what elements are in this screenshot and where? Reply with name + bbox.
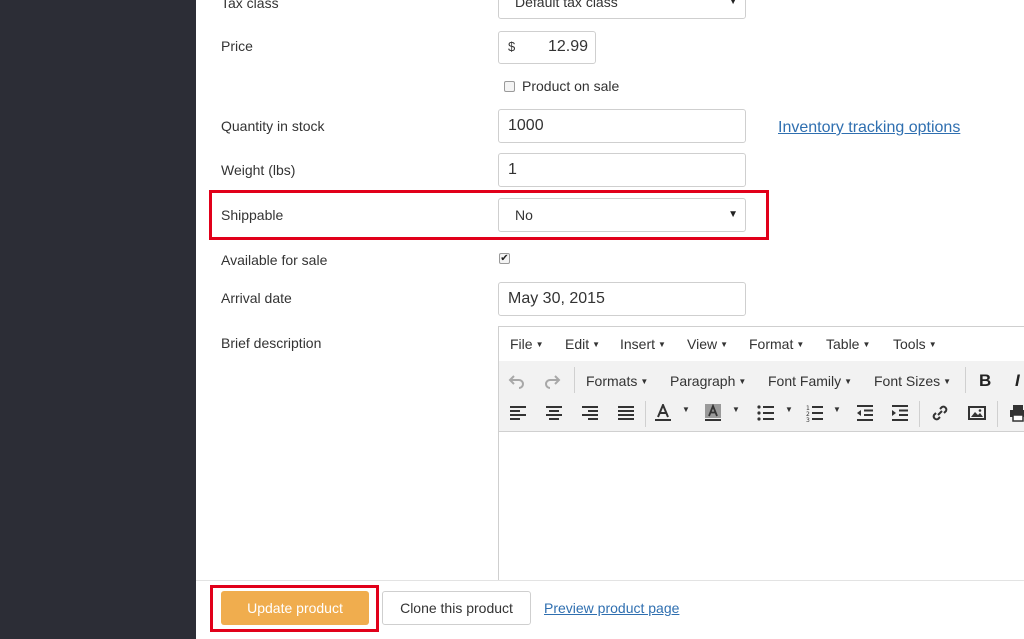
align-right-icon[interactable] [581, 404, 599, 422]
link-icon[interactable] [931, 404, 949, 422]
quantity-input[interactable]: 1000 [498, 109, 746, 143]
quantity-label: Quantity in stock [221, 118, 325, 134]
align-justify-icon[interactable] [617, 404, 635, 422]
arrival-date-input[interactable]: May 30, 2015 [498, 282, 746, 316]
arrival-date-label: Arrival date [221, 290, 292, 306]
product-on-sale-checkbox[interactable] [504, 81, 515, 92]
toolbar-divider [645, 401, 646, 427]
redo-icon[interactable] [543, 371, 561, 389]
menu-format[interactable]: Format ▼ [749, 336, 804, 352]
form-footer: Update product Clone this product Previe… [196, 580, 1024, 639]
outdent-icon[interactable] [856, 404, 874, 422]
chevron-down-icon: ▼ [796, 340, 805, 349]
weight-label: Weight (lbs) [221, 162, 296, 178]
check-icon: ✔ [500, 253, 509, 264]
numbered-list-icon[interactable]: 1 2 3 [806, 404, 824, 422]
available-checkbox[interactable]: ✔ [499, 253, 510, 264]
editor-toolbar: Formats ▼ Paragraph ▼ Font Family ▼ Font Si… [499, 361, 1024, 432]
menu-tools[interactable]: Tools ▼ [893, 336, 937, 352]
price-label: Price [221, 38, 253, 54]
bullet-list-icon[interactable] [757, 404, 775, 422]
chevron-down-icon: ▼ [728, 0, 738, 7]
inventory-tracking-link[interactable]: Inventory tracking options [778, 119, 960, 137]
chevron-down-icon[interactable]: ▼ [682, 405, 690, 414]
toolbar-divider [965, 367, 966, 393]
toolbar-divider [574, 367, 575, 393]
update-button-highlight [210, 585, 379, 632]
chevron-down-icon: ▼ [862, 340, 871, 349]
chevron-down-icon: ▼ [535, 340, 544, 349]
print-icon[interactable] [1009, 404, 1024, 422]
chevron-down-icon: ▼ [640, 377, 649, 386]
svg-text:3: 3 [806, 417, 810, 422]
chevron-down-icon: ▼ [658, 340, 666, 349]
tax-class-value: Default tax class [515, 0, 618, 10]
toolbar-divider [997, 401, 998, 427]
chevron-down-icon: ▼ [943, 377, 952, 386]
align-center-icon[interactable] [545, 404, 563, 422]
menu-edit[interactable]: Edit ▼ [565, 336, 600, 352]
product-on-sale-label: Product on sale [522, 78, 620, 94]
chevron-down-icon: ▼ [928, 340, 937, 349]
shippable-highlight [209, 190, 769, 240]
brief-description-label: Brief description [221, 335, 322, 351]
chevron-down-icon: ▼ [844, 377, 853, 386]
preview-product-link[interactable]: Preview product page [544, 600, 679, 616]
weight-input[interactable]: 1 [498, 153, 746, 187]
tax-class-label: Tax class [221, 0, 279, 11]
chevron-down-icon[interactable]: ▼ [732, 405, 740, 414]
italic-button[interactable]: I [1015, 371, 1020, 391]
menu-view[interactable]: View ▼ [687, 336, 728, 352]
menu-file[interactable]: File ▼ [510, 336, 543, 352]
image-icon[interactable] [968, 404, 986, 422]
background-color-icon[interactable] [704, 404, 722, 422]
rich-text-editor: File ▼ Edit ▼ Insert ▼ View ▼ Format ▼ Table ▼… [498, 326, 1024, 588]
chevron-down-icon: ▼ [720, 340, 729, 349]
sidebar [0, 0, 196, 639]
menu-table[interactable]: Table ▼ [826, 336, 870, 352]
chevron-down-icon[interactable]: ▼ [785, 405, 793, 414]
editor-menubar: File ▼ Edit ▼ Insert ▼ View ▼ Format ▼ Table ▼… [499, 327, 1024, 361]
menu-insert[interactable]: Insert ▼ [620, 336, 666, 352]
price-input[interactable]: $ 12.99 [498, 31, 596, 64]
chevron-down-icon: ▼ [738, 377, 747, 386]
toolbar-divider [919, 401, 920, 427]
editor-content-area[interactable] [499, 432, 1024, 587]
bold-button[interactable]: B [979, 371, 991, 391]
currency-symbol: $ [508, 39, 516, 54]
font-sizes-dropdown[interactable]: Font Sizes ▼ [874, 373, 951, 389]
align-left-icon[interactable] [509, 404, 527, 422]
price-value: 12.99 [547, 38, 588, 55]
formats-dropdown[interactable]: Formats ▼ [586, 373, 648, 389]
paragraph-dropdown[interactable]: Paragraph ▼ [670, 373, 746, 389]
available-label: Available for sale [221, 252, 328, 268]
undo-icon[interactable] [508, 371, 526, 389]
tax-class-select[interactable]: Default tax class ▼ [498, 0, 746, 19]
text-color-icon[interactable] [654, 404, 672, 422]
chevron-down-icon[interactable]: ▼ [833, 405, 841, 414]
product-form: Tax class Default tax class ▼ Price $ 12… [196, 0, 1024, 639]
font-family-dropdown[interactable]: Font Family ▼ [768, 373, 852, 389]
clone-product-button[interactable]: Clone this product [382, 591, 531, 625]
chevron-down-icon: ▼ [592, 340, 601, 349]
indent-icon[interactable] [891, 404, 909, 422]
